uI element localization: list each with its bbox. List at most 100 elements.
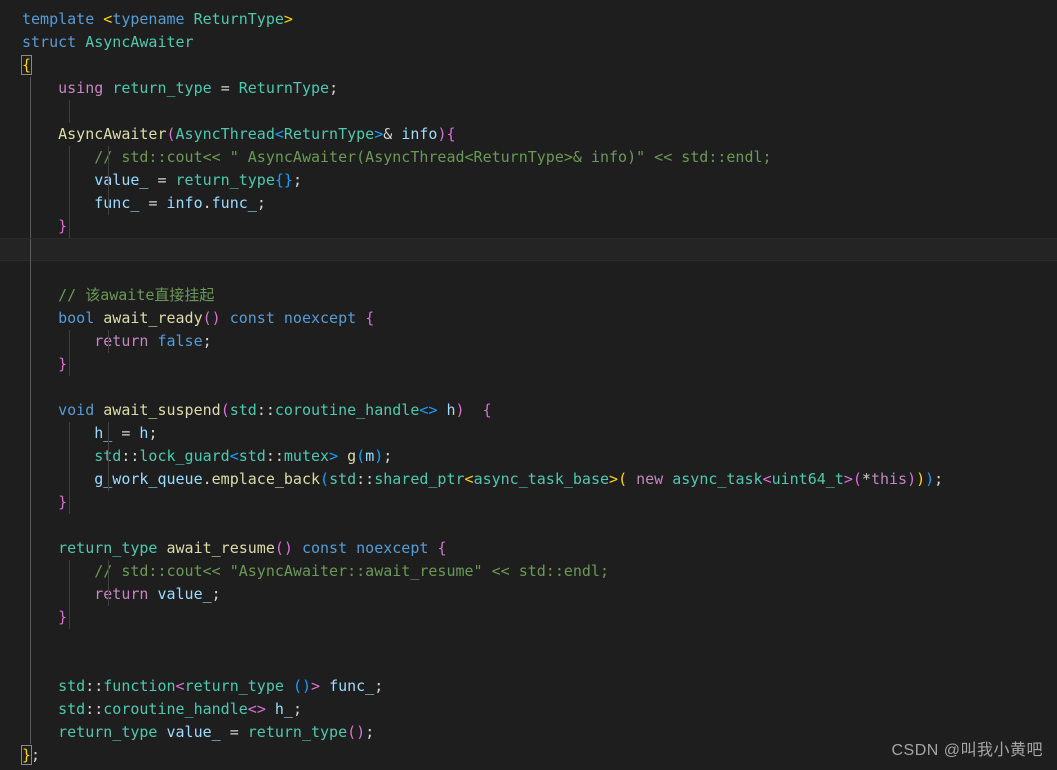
indent-guide <box>30 376 31 399</box>
code-line-text: return false; <box>22 330 211 353</box>
code-line[interactable]: value_ = return_type{}; <box>0 169 1057 192</box>
indent-guide <box>69 100 70 123</box>
code-line[interactable]: h_ = h; <box>0 422 1057 445</box>
code-line-text: std::function<return_type ()> func_; <box>22 675 383 698</box>
code-token: this <box>870 470 908 488</box>
code-token: return <box>94 585 149 603</box>
code-line[interactable]: } <box>0 215 1057 238</box>
indent-guide <box>69 330 70 353</box>
code-token: typename <box>112 10 185 28</box>
code-token: ( <box>618 470 628 488</box>
code-token: lock_guard <box>139 447 230 465</box>
indent-guide <box>30 629 31 652</box>
code-line[interactable] <box>0 100 1057 123</box>
code-line[interactable] <box>0 514 1057 537</box>
code-token: ( <box>274 539 284 557</box>
code-line[interactable]: return value_; <box>0 583 1057 606</box>
code-line[interactable]: // std::cout<< "AsyncAwaiter::await_resu… <box>0 560 1057 583</box>
indent-guide <box>108 445 109 468</box>
code-token: > <box>843 470 853 488</box>
code-line[interactable] <box>0 238 1057 262</box>
code-line[interactable]: } <box>0 353 1057 376</box>
code-token: return_type <box>112 79 212 97</box>
indent-guide <box>30 652 31 675</box>
code-token: < <box>175 677 185 695</box>
code-line[interactable]: std::function<return_type ()> func_; <box>0 675 1057 698</box>
indent-guide <box>69 606 70 629</box>
indent-guide <box>30 307 31 330</box>
code-token: await_resume <box>166 539 275 557</box>
code-token: emplace_back <box>211 470 321 488</box>
code-token: ; <box>934 470 944 488</box>
code-line[interactable]: AsyncAwaiter(AsyncThread<ReturnType>& in… <box>0 123 1057 146</box>
code-token: ; <box>256 194 266 212</box>
indent-guide <box>108 583 109 606</box>
code-line[interactable]: } <box>0 606 1057 629</box>
code-token: ReturnType <box>238 79 330 97</box>
code-token: h <box>446 401 456 419</box>
code-line[interactable]: // 该awaite直接挂起 <box>0 284 1057 307</box>
code-token: ( <box>220 401 230 419</box>
code-token: noexcept <box>283 309 357 327</box>
code-line[interactable]: { <box>0 54 1057 77</box>
code-content-area[interactable]: template <typename ReturnType> struct Asy… <box>0 0 1057 770</box>
code-line[interactable]: return false; <box>0 330 1057 353</box>
code-token: > <box>374 125 384 143</box>
code-token: coroutine_handle <box>274 401 420 419</box>
code-token: = <box>220 79 230 97</box>
code-token: ReturnType <box>283 125 375 143</box>
code-line[interactable]: struct AsyncAwaiter <box>0 31 1057 54</box>
code-token: return_type <box>247 723 348 741</box>
code-line-text: } <box>22 491 67 514</box>
code-token: } <box>58 355 68 373</box>
indent-guide <box>30 146 31 169</box>
code-line[interactable]: template <typename ReturnType> <box>0 8 1057 31</box>
code-token: await_suspend <box>103 401 221 419</box>
indent-guide <box>69 445 70 468</box>
code-line[interactable]: bool await_ready() const noexcept { <box>0 307 1057 330</box>
code-line[interactable]: g_work_queue.emplace_back(std::shared_pt… <box>0 468 1057 491</box>
code-token: { <box>20 55 33 75</box>
code-line[interactable]: std::lock_guard<std::mutex> g(m); <box>0 445 1057 468</box>
code-line[interactable] <box>0 261 1057 284</box>
code-token: ) <box>211 309 221 327</box>
code-line-text: template <typename ReturnType> <box>22 8 293 31</box>
code-line[interactable]: using return_type = ReturnType; <box>0 77 1057 100</box>
indent-guide <box>30 468 31 491</box>
code-token: std <box>238 447 266 465</box>
code-line[interactable]: } <box>0 491 1057 514</box>
indent-guide <box>30 422 31 445</box>
code-editor[interactable]: template <typename ReturnType> struct Asy… <box>0 0 1057 770</box>
code-line[interactable]: func_ = info.func_; <box>0 192 1057 215</box>
code-token: using <box>58 79 104 97</box>
code-line[interactable]: // std::cout<< " AsyncAwaiter(AsyncThrea… <box>0 146 1057 169</box>
code-line[interactable] <box>0 652 1057 675</box>
code-line-text: // std::cout<< " AsyncAwaiter(AsyncThrea… <box>22 146 771 169</box>
code-line[interactable]: std::coroutine_handle<> h_; <box>0 698 1057 721</box>
code-token: const <box>301 539 348 557</box>
code-line[interactable] <box>0 376 1057 399</box>
code-token: value_ <box>157 585 212 603</box>
code-token: { <box>482 401 492 419</box>
code-token: } <box>58 608 68 626</box>
code-line[interactable]: void await_suspend(std::coroutine_handle… <box>0 399 1057 422</box>
code-token: h_ <box>94 424 113 442</box>
code-token: func_ <box>329 677 375 695</box>
indent-guide <box>30 215 31 238</box>
code-line[interactable]: return_type await_resume() const noexcep… <box>0 537 1057 560</box>
indent-guide <box>30 445 31 468</box>
code-line[interactable] <box>0 629 1057 652</box>
code-token: { <box>274 171 284 189</box>
code-token: function <box>103 677 176 695</box>
code-token: > <box>609 470 619 488</box>
